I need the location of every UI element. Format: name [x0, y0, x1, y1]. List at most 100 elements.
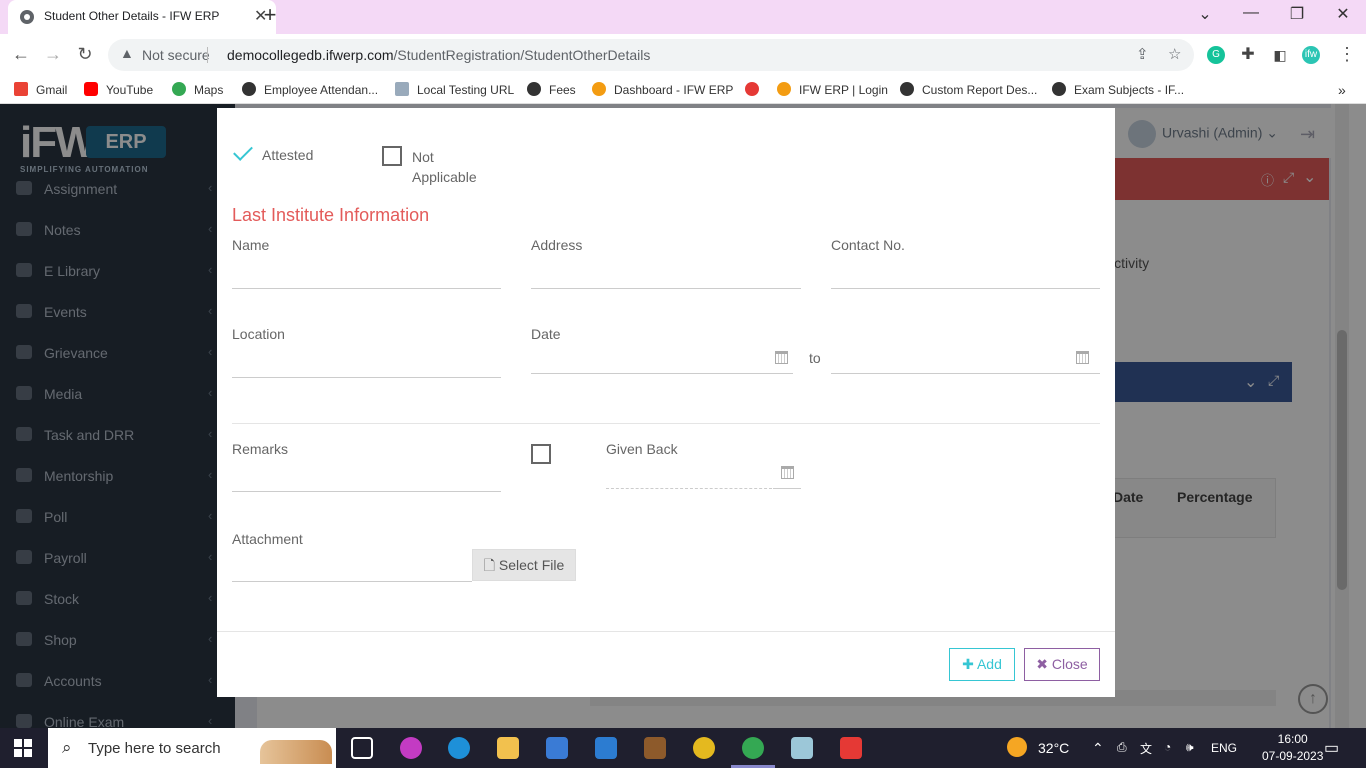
location-input[interactable]	[232, 377, 501, 378]
add-button[interactable]: ✚ Add	[949, 648, 1015, 681]
search-icon: ⌕	[62, 738, 72, 757]
attested-label: Attested	[262, 147, 314, 163]
not-applicable-label: Not Applicable	[412, 149, 477, 185]
input-method-icon[interactable]: 文	[1140, 740, 1152, 757]
tab-search-icon[interactable]: ⌄	[1190, 4, 1220, 24]
taskbar-search[interactable]: ⌕ Type here to search	[48, 728, 336, 768]
bookmark-custom-report[interactable]: Custom Report Des...	[900, 82, 1037, 97]
task-view-icon[interactable]	[351, 737, 373, 759]
bookmark-ifw-login[interactable]: IFW ERP | Login	[777, 82, 888, 97]
bookmark-exam-subjects[interactable]: Exam Subjects - IF...	[1052, 82, 1184, 97]
date-label: Date	[531, 326, 561, 342]
close-button[interactable]: ✖ Close	[1024, 648, 1100, 681]
bookmarks-bar: Gmail YouTube Maps Employee Attendan... …	[0, 76, 1366, 104]
notepad-icon[interactable]	[791, 737, 813, 759]
not-applicable-checkbox[interactable]	[382, 146, 402, 166]
bookmark-gmail[interactable]: Gmail	[14, 82, 67, 97]
search-placeholder: Type here to search	[88, 740, 221, 757]
file-explorer-icon[interactable]	[497, 737, 519, 759]
attachment-label: Attachment	[232, 531, 303, 547]
bookmark-youtube[interactable]: YouTube	[84, 82, 153, 97]
address-label: Address	[531, 237, 583, 253]
bookmark-maps[interactable]: Maps	[172, 82, 223, 97]
security-label[interactable]: Not secure	[142, 47, 210, 63]
warning-icon[interactable]: ▲	[120, 45, 134, 61]
address-bar[interactable]: ▲ Not secure democollegedb.ifwerp.com/St…	[108, 39, 1194, 71]
restore-button[interactable]: ❐	[1282, 4, 1312, 24]
windows-start-icon[interactable]	[14, 739, 32, 757]
language-indicator[interactable]: ENG	[1211, 741, 1237, 755]
weather-temp[interactable]: 32°C	[1038, 740, 1069, 756]
browser-menu-icon[interactable]: ⋮	[1334, 44, 1360, 65]
mail-icon[interactable]	[595, 737, 617, 759]
date-from-input[interactable]	[531, 373, 793, 374]
side-panel-icon[interactable]: ◧	[1271, 46, 1289, 64]
share-icon[interactable]: ⇪	[1136, 45, 1149, 63]
browser-tab-active[interactable]: Student Other Details - IFW ERP ✕	[8, 0, 276, 34]
more-bookmarks-icon[interactable]: »	[1338, 82, 1346, 98]
calendar-icon[interactable]	[1076, 351, 1089, 364]
name-label: Name	[232, 237, 270, 253]
edge-icon[interactable]	[448, 737, 470, 759]
close-window-button[interactable]: ✕	[1328, 4, 1358, 24]
divider	[232, 423, 1100, 424]
new-tab-button[interactable]: +	[258, 2, 282, 28]
tab-title: Student Other Details - IFW ERP	[44, 9, 220, 23]
search-highlight-image	[260, 740, 332, 764]
modal-footer-divider	[217, 631, 1115, 632]
game-app-icon[interactable]	[644, 737, 666, 759]
clock-time: 16:00	[1277, 732, 1308, 746]
notifications-icon[interactable]: ▭	[1324, 738, 1339, 758]
attested-check[interactable]	[233, 141, 253, 161]
bookmark-employee-attendance[interactable]: Employee Attendan...	[242, 82, 378, 97]
store-icon[interactable]	[546, 737, 568, 759]
globe-icon	[20, 10, 34, 24]
clock-date: 07-09-2023	[1262, 749, 1324, 763]
forward-icon[interactable]: →	[40, 44, 66, 65]
address-input[interactable]	[531, 288, 801, 289]
student-other-details-modal: Attested Not Applicable Last Institute I…	[217, 108, 1115, 697]
contact-input[interactable]	[831, 288, 1100, 289]
bookmark-ifw-login-red[interactable]	[745, 82, 767, 97]
volume-icon[interactable]: 🕪	[1186, 740, 1194, 755]
divider	[207, 47, 208, 63]
given-back-label: Given Back	[606, 441, 678, 457]
section-title: Last Institute Information	[232, 205, 430, 225]
minimize-button[interactable]: —	[1236, 4, 1266, 22]
remarks-label: Remarks	[232, 441, 289, 457]
attachment-input[interactable]	[232, 581, 472, 582]
location-label: Location	[232, 326, 285, 342]
extensions-icon[interactable]: ✚	[1239, 46, 1257, 64]
chrome-active-icon[interactable]	[742, 737, 764, 759]
calendar-icon[interactable]	[781, 466, 794, 479]
name-input[interactable]	[232, 288, 501, 289]
weather-icon[interactable]	[1007, 737, 1027, 757]
plus-icon: ✚	[962, 656, 974, 672]
given-back-checkbox[interactable]	[531, 444, 551, 464]
remarks-input[interactable]	[232, 491, 501, 492]
meet-icon[interactable]: ⎙	[1117, 740, 1127, 755]
wps-icon[interactable]	[400, 737, 422, 759]
grammarly-extension-icon[interactable]: G	[1207, 46, 1225, 64]
network-icon[interactable]: ◔	[1164, 740, 1171, 754]
select-file-button[interactable]: 🗋 Select File	[472, 549, 576, 581]
clock[interactable]: 16:00 07-09-2023	[1262, 731, 1323, 765]
bookmark-fees[interactable]: Fees	[527, 82, 576, 97]
date-to-label: to	[809, 350, 821, 366]
file-icon: 🗋	[483, 557, 495, 573]
bookmark-local-testing[interactable]: Local Testing URL	[395, 82, 514, 97]
contact-label: Contact No.	[831, 237, 905, 253]
bookmark-star-icon[interactable]: ☆	[1168, 45, 1181, 63]
date-to-input[interactable]	[831, 373, 1100, 374]
profile-avatar[interactable]: ifw	[1302, 46, 1320, 64]
calendar-icon[interactable]	[775, 351, 788, 364]
chrome-icon[interactable]	[693, 737, 715, 759]
anydesk-icon[interactable]	[840, 737, 862, 759]
reload-icon[interactable]: ↻	[72, 44, 98, 65]
given-back-date-addon	[773, 488, 801, 489]
given-back-date-input[interactable]	[606, 488, 772, 489]
tray-chevron-up-icon[interactable]: ⌃	[1092, 740, 1104, 757]
back-icon[interactable]: ←	[8, 44, 34, 65]
bookmark-dashboard[interactable]: Dashboard - IFW ERP	[592, 82, 733, 97]
url-text[interactable]: democollegedb.ifwerp.com/StudentRegistra…	[227, 47, 650, 63]
